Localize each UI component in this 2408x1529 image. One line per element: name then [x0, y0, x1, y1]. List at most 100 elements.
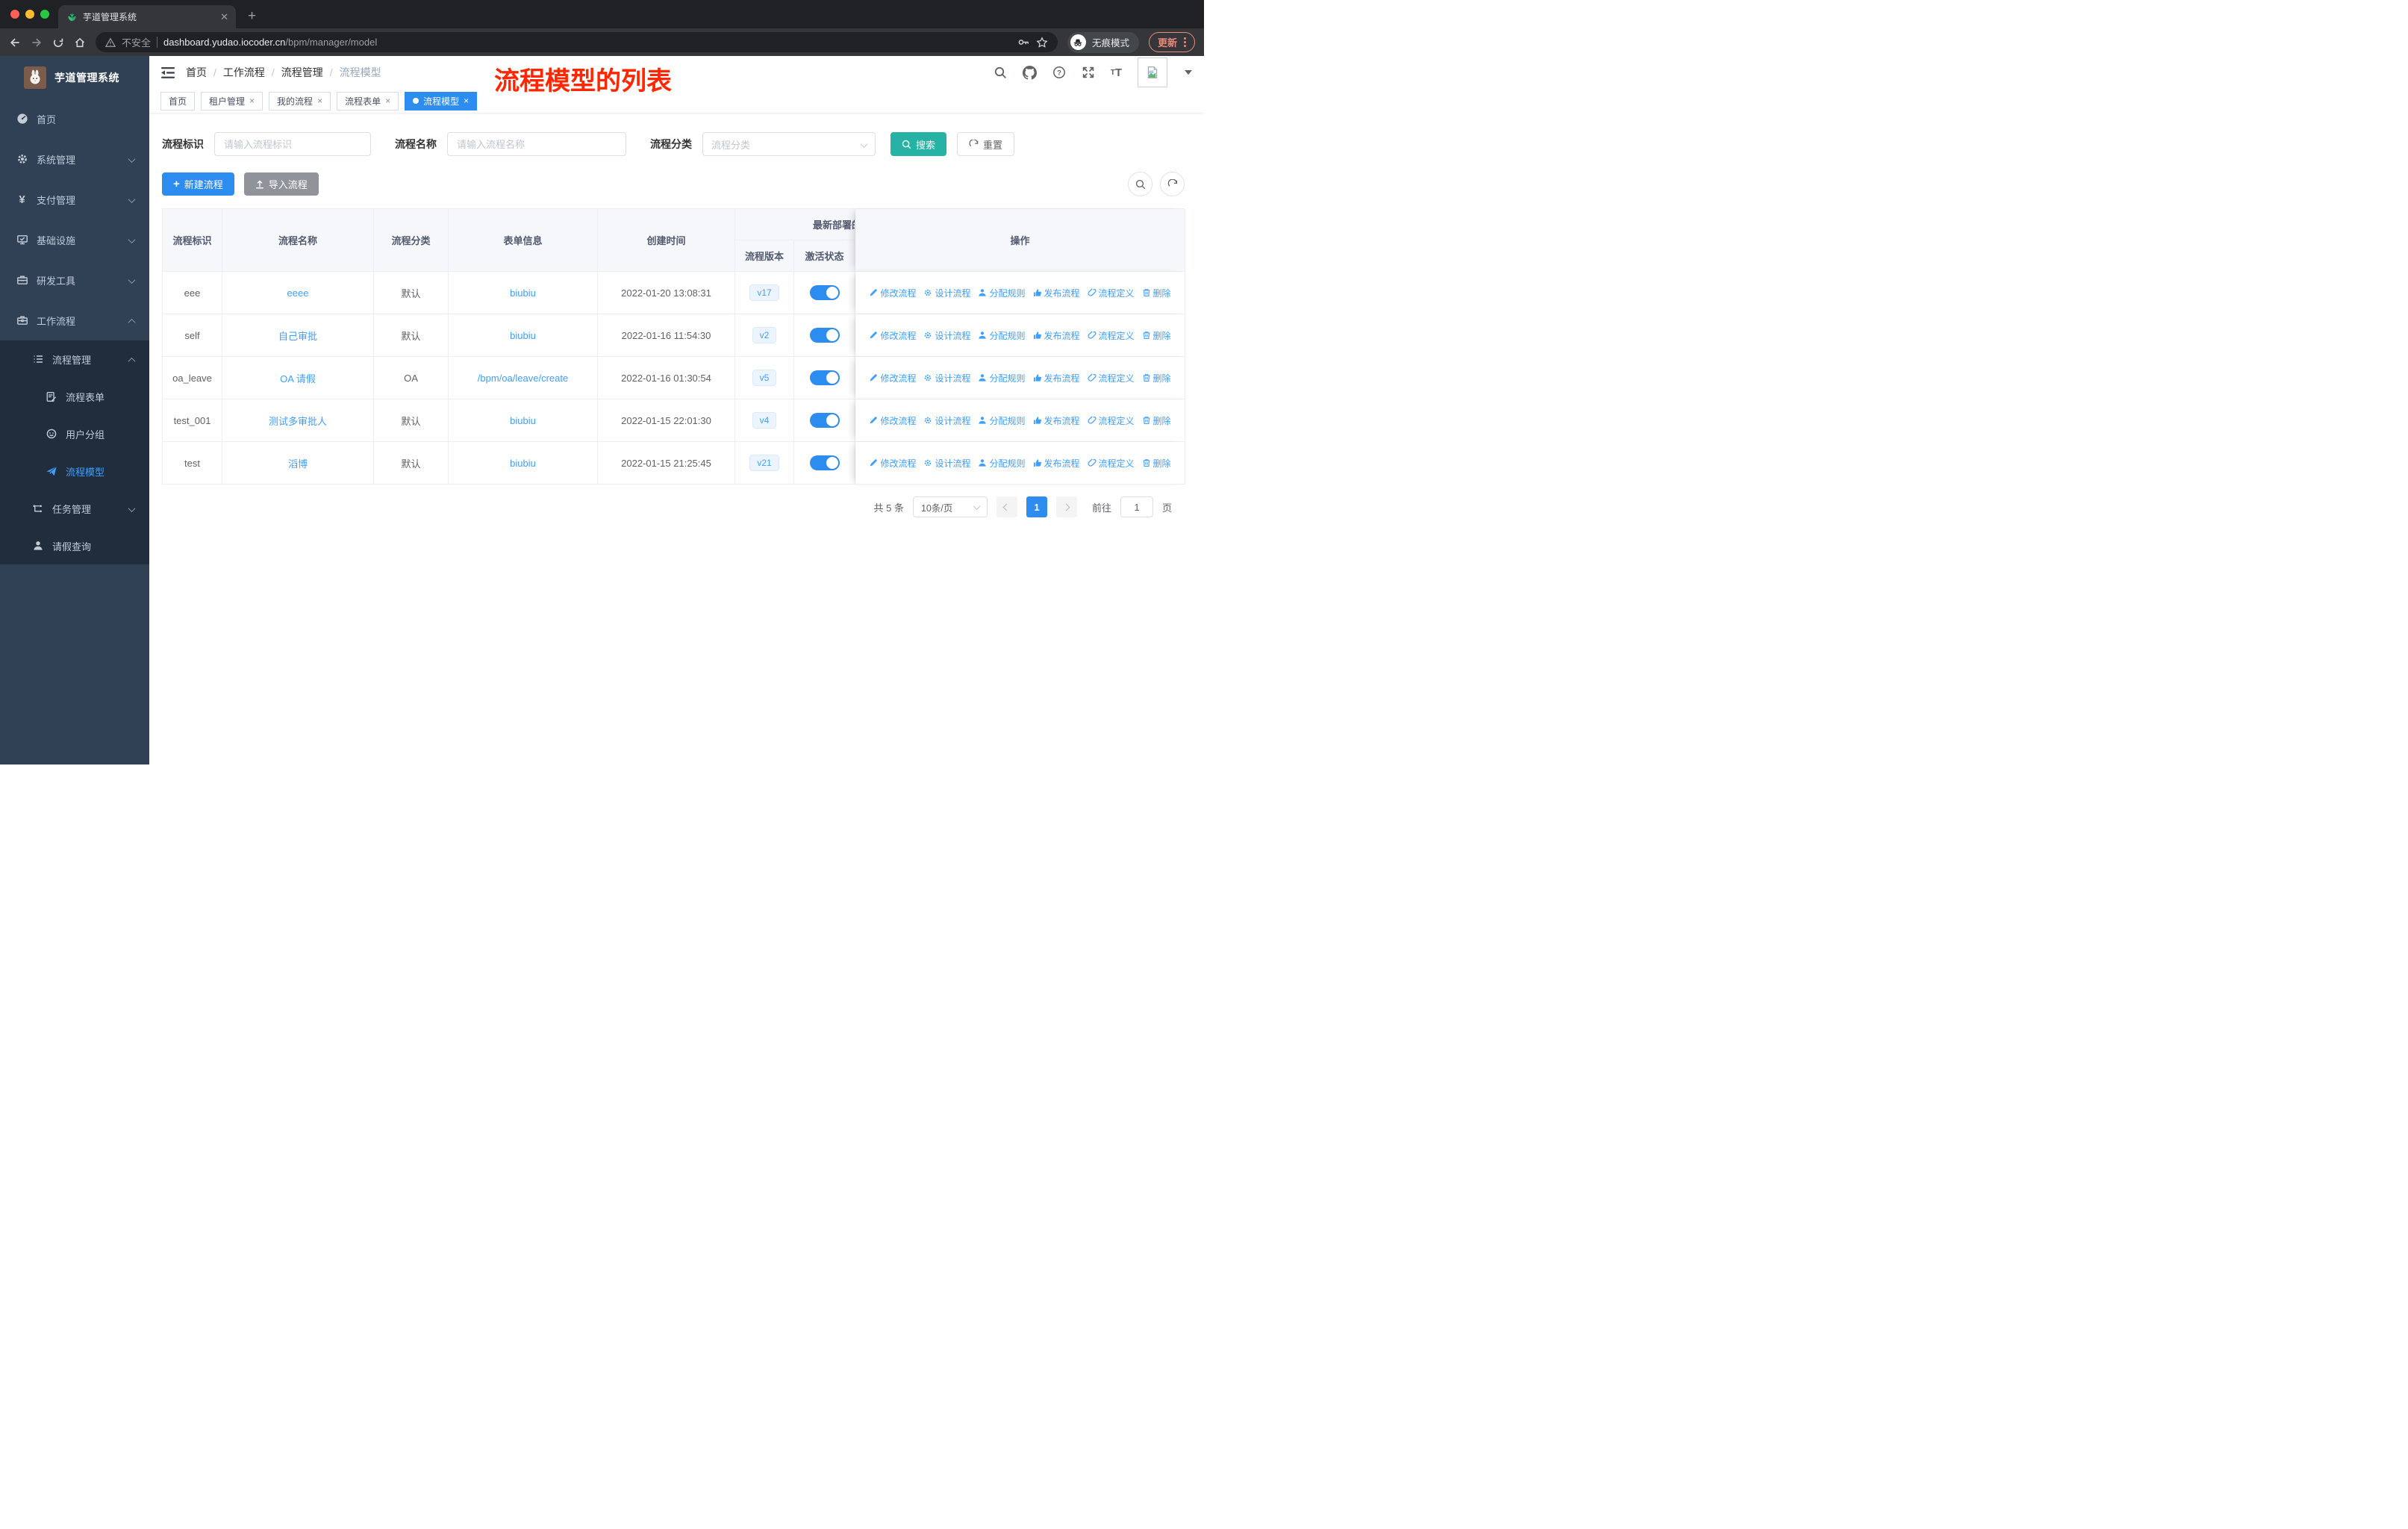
breadcrumb-workflow[interactable]: 工作流程 — [223, 65, 265, 80]
sidebar-item-task-mgmt[interactable]: 任务管理 — [0, 490, 149, 527]
edit-process-link[interactable]: 修改流程 — [869, 372, 916, 384]
process-definition-link[interactable]: 流程定义 — [1088, 329, 1135, 342]
next-page-button[interactable] — [1055, 496, 1077, 517]
search-button[interactable]: 搜索 — [890, 132, 947, 156]
current-page-button[interactable]: 1 — [1026, 496, 1047, 517]
activation-toggle[interactable] — [809, 328, 840, 343]
tag-home[interactable]: 首页 — [160, 91, 196, 110]
design-process-link[interactable]: 设计流程 — [923, 457, 970, 470]
goto-page-input[interactable] — [1120, 496, 1153, 517]
process-id-input[interactable] — [214, 132, 371, 156]
tag-process-form[interactable]: 流程表单 × — [337, 91, 399, 110]
close-icon[interactable]: × — [249, 96, 255, 106]
reload-icon[interactable] — [52, 37, 64, 49]
breadcrumb-home[interactable]: 首页 — [186, 65, 207, 80]
process-category-select[interactable]: 流程分类 — [702, 132, 876, 156]
minimize-window-button[interactable] — [25, 10, 34, 19]
assign-rule-link[interactable]: 分配规则 — [978, 414, 1026, 427]
sidebar-item-process-mgmt[interactable]: 流程管理 — [0, 340, 149, 378]
assign-rule-link[interactable]: 分配规则 — [978, 287, 1026, 299]
process-name-link[interactable]: eeee — [287, 287, 309, 299]
sidebar-item-process-form[interactable]: 流程表单 — [0, 378, 149, 415]
activation-toggle[interactable] — [809, 413, 840, 428]
delete-link[interactable]: 删除 — [1142, 287, 1171, 299]
edit-process-link[interactable]: 修改流程 — [869, 457, 916, 470]
process-definition-link[interactable]: 流程定义 — [1088, 287, 1135, 299]
page-size-select[interactable]: 10条/页 — [912, 496, 988, 517]
avatar-caret-icon[interactable] — [1185, 70, 1192, 75]
process-name-link[interactable]: OA 请假 — [280, 371, 316, 385]
github-icon[interactable] — [1022, 65, 1037, 80]
design-process-link[interactable]: 设计流程 — [923, 414, 970, 427]
publish-process-link[interactable]: 发布流程 — [1033, 414, 1080, 427]
tab-close-icon[interactable]: ✕ — [220, 11, 228, 23]
browser-tab[interactable]: 芋道管理系统 ✕ — [58, 5, 236, 28]
address-bar[interactable]: 不安全 dashboard.yudao.iocoder.cn/bpm/manag… — [96, 32, 1058, 52]
new-tab-button[interactable]: + — [248, 8, 256, 25]
prev-page-button[interactable] — [996, 496, 1017, 517]
tag-process-model[interactable]: 流程模型 × — [405, 91, 478, 110]
delete-link[interactable]: 删除 — [1142, 457, 1171, 470]
form-link[interactable]: biubiu — [510, 287, 536, 299]
sidebar-item-process-model[interactable]: 流程模型 — [0, 452, 149, 490]
activation-toggle[interactable] — [809, 370, 840, 385]
forward-icon[interactable] — [31, 37, 43, 49]
tag-tenant[interactable]: 租户管理 × — [201, 91, 263, 110]
search-icon[interactable] — [994, 66, 1007, 79]
home-icon[interactable] — [74, 37, 86, 49]
sidebar-item-user-group[interactable]: 用户分组 — [0, 415, 149, 452]
publish-process-link[interactable]: 发布流程 — [1033, 329, 1080, 342]
key-icon[interactable] — [1017, 36, 1030, 49]
back-icon[interactable] — [9, 37, 21, 49]
update-button[interactable]: 更新 — [1148, 32, 1195, 52]
font-size-icon[interactable]: TT — [1111, 66, 1122, 79]
sidebar-item-devtools[interactable]: 研发工具 — [0, 260, 149, 300]
process-name-link[interactable]: 测试多审批人 — [269, 414, 327, 428]
import-process-button[interactable]: 导入流程 — [243, 172, 319, 196]
sidebar-fold-icon[interactable] — [161, 66, 175, 78]
publish-process-link[interactable]: 发布流程 — [1033, 372, 1080, 384]
form-link[interactable]: /bpm/oa/leave/create — [478, 373, 568, 384]
close-window-button[interactable] — [10, 10, 19, 19]
close-icon[interactable]: × — [317, 96, 322, 106]
avatar[interactable] — [1138, 57, 1167, 87]
process-definition-link[interactable]: 流程定义 — [1088, 414, 1135, 427]
process-definition-link[interactable]: 流程定义 — [1088, 457, 1135, 470]
zoom-window-button[interactable] — [40, 10, 49, 19]
close-icon[interactable]: × — [464, 96, 469, 106]
design-process-link[interactable]: 设计流程 — [923, 329, 970, 342]
form-link[interactable]: biubiu — [510, 458, 536, 469]
sidebar-item-infra[interactable]: 基础设施 — [0, 219, 149, 260]
edit-process-link[interactable]: 修改流程 — [869, 414, 916, 427]
refresh-button[interactable] — [1160, 172, 1185, 196]
edit-process-link[interactable]: 修改流程 — [869, 329, 916, 342]
activation-toggle[interactable] — [809, 285, 840, 300]
form-link[interactable]: biubiu — [510, 415, 536, 426]
activation-toggle[interactable] — [809, 455, 840, 470]
assign-rule-link[interactable]: 分配规则 — [978, 329, 1026, 342]
help-icon[interactable]: ? — [1052, 66, 1066, 79]
create-process-button[interactable]: + 新建流程 — [162, 172, 234, 196]
reset-button[interactable]: 重置 — [957, 132, 1015, 156]
browser-menu-icon[interactable] — [1184, 37, 1186, 47]
sidebar-item-payment[interactable]: ¥ 支付管理 — [0, 179, 149, 219]
assign-rule-link[interactable]: 分配规则 — [978, 457, 1026, 470]
publish-process-link[interactable]: 发布流程 — [1033, 287, 1080, 299]
form-link[interactable]: biubiu — [510, 330, 536, 341]
tag-my-process[interactable]: 我的流程 × — [269, 91, 331, 110]
breadcrumb-process-mgmt[interactable]: 流程管理 — [281, 65, 323, 80]
process-name-input[interactable] — [447, 132, 626, 156]
assign-rule-link[interactable]: 分配规则 — [978, 372, 1026, 384]
sidebar-item-system[interactable]: 系统管理 — [0, 139, 149, 179]
sidebar-item-leave-query[interactable]: 请假查询 — [0, 527, 149, 564]
design-process-link[interactable]: 设计流程 — [923, 287, 970, 299]
delete-link[interactable]: 删除 — [1142, 329, 1171, 342]
process-name-link[interactable]: 滔博 — [288, 456, 308, 470]
publish-process-link[interactable]: 发布流程 — [1033, 457, 1080, 470]
fullscreen-icon[interactable] — [1082, 66, 1095, 79]
process-definition-link[interactable]: 流程定义 — [1088, 372, 1135, 384]
delete-link[interactable]: 删除 — [1142, 372, 1171, 384]
design-process-link[interactable]: 设计流程 — [923, 372, 970, 384]
delete-link[interactable]: 删除 — [1142, 414, 1171, 427]
sidebar-item-workflow[interactable]: 工作流程 — [0, 300, 149, 340]
